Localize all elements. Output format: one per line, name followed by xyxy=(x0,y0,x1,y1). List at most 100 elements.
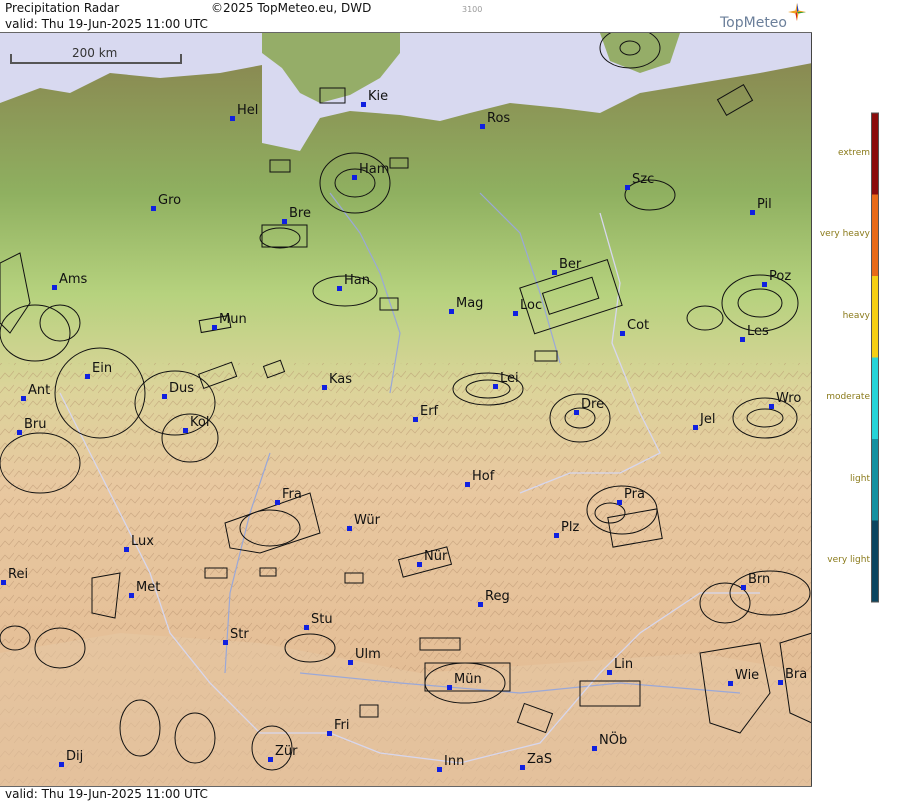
city-label: Les xyxy=(740,324,769,342)
city-marker xyxy=(59,762,64,767)
city-marker xyxy=(620,331,625,336)
city-marker xyxy=(230,116,235,121)
city-name: Wro xyxy=(776,391,802,406)
city-label: Bru xyxy=(17,417,47,435)
city-label: Met xyxy=(129,580,160,598)
city-label: Bre xyxy=(282,206,311,224)
city-marker xyxy=(52,285,57,290)
city-label: Wie xyxy=(728,668,759,686)
city-name: Lin xyxy=(614,657,634,672)
city-label: Str xyxy=(223,627,249,645)
compass-star-icon xyxy=(788,3,806,21)
city-label: Kie xyxy=(361,89,389,107)
city-marker xyxy=(304,625,309,630)
city-name: Inn xyxy=(444,754,465,769)
city-label: Pra xyxy=(617,487,645,505)
city-name: Nür xyxy=(424,549,448,564)
legend-label: moderate xyxy=(826,392,870,403)
city-marker xyxy=(327,731,332,736)
city-marker xyxy=(554,533,559,538)
city-label: Kas xyxy=(322,372,353,390)
legend-swatch xyxy=(872,276,878,358)
city-marker xyxy=(275,500,280,505)
header-bar: Precipitation Radar ©2025 TopMeteo.eu, D… xyxy=(0,0,812,33)
city-marker xyxy=(574,410,579,415)
city-name: Hof xyxy=(472,469,495,484)
legend-label: extrem xyxy=(837,147,870,158)
city-name: Kol xyxy=(190,415,210,430)
city-label: Rei xyxy=(1,567,28,585)
scale-bar: 200 km xyxy=(10,46,182,66)
city-label: ZaS xyxy=(520,752,552,770)
city-label: Fra xyxy=(275,487,302,505)
city-name: Pil xyxy=(757,197,772,212)
city-marker xyxy=(728,681,733,686)
valid-time-bottom: valid: Thu 19-Jun-2025 11:00 UTC xyxy=(5,787,208,801)
city-label: Gro xyxy=(151,193,182,211)
city-marker xyxy=(493,384,498,389)
legend-label: light xyxy=(850,473,870,484)
city-name: Zür xyxy=(275,744,298,759)
city-label: Hel xyxy=(230,103,258,121)
city-name: Cot xyxy=(627,318,650,333)
city-name: Lux xyxy=(131,534,154,549)
city-name: Mun xyxy=(219,312,247,327)
city-name: Poz xyxy=(769,269,792,284)
city-marker xyxy=(124,547,129,552)
city-name: Mün xyxy=(454,672,482,687)
legend-label: very light xyxy=(827,555,870,566)
topmeteo-logo[interactable]: TopMeteo xyxy=(718,3,808,31)
legend-label: heavy xyxy=(842,310,870,321)
city-marker xyxy=(762,282,767,287)
city-marker xyxy=(769,404,774,409)
city-name: Loc xyxy=(520,298,543,313)
city-marker xyxy=(413,417,418,422)
city-marker xyxy=(129,593,134,598)
city-name: Szc xyxy=(632,172,655,187)
radar-map[interactable]: 200 km xyxy=(0,33,812,786)
city-marker xyxy=(437,767,442,772)
city-name: Kas xyxy=(329,372,353,387)
city-marker xyxy=(552,270,557,275)
city-name: Gro xyxy=(158,193,182,208)
city-label: Kol xyxy=(183,415,210,433)
city-label: Reg xyxy=(478,589,510,607)
city-name: Kie xyxy=(368,89,389,104)
legend-swatch xyxy=(872,520,878,602)
city-label: Lux xyxy=(124,534,154,552)
city-label: Zür xyxy=(268,744,298,762)
city-name: Pra xyxy=(624,487,645,502)
city-name: Ber xyxy=(559,257,582,272)
city-label: Mün xyxy=(447,672,482,690)
logo-text: TopMeteo xyxy=(720,15,787,31)
city-marker xyxy=(778,680,783,685)
map-title: Precipitation Radar xyxy=(5,1,120,15)
city-marker xyxy=(322,385,327,390)
city-marker xyxy=(741,585,746,590)
city-label: Ber xyxy=(552,257,582,275)
city-marker xyxy=(607,670,612,675)
city-label: Ant xyxy=(21,383,50,401)
copyright-text: ©2025 TopMeteo.eu, DWD xyxy=(211,1,372,15)
city-marker xyxy=(617,500,622,505)
city-label: Wür xyxy=(347,513,380,531)
city-label: Ein xyxy=(85,361,112,379)
city-label: Szc xyxy=(625,172,655,190)
city-marker xyxy=(513,311,518,316)
city-name: Fri xyxy=(334,718,350,733)
city-label: Fri xyxy=(327,718,350,736)
city-marker xyxy=(1,580,6,585)
city-marker xyxy=(183,428,188,433)
city-label: Hof xyxy=(465,469,495,487)
city-name: Erf xyxy=(420,404,439,419)
city-label: Inn xyxy=(437,754,465,772)
city-marker xyxy=(282,219,287,224)
city-marker xyxy=(21,396,26,401)
city-label: Poz xyxy=(762,269,792,287)
city-name: Han xyxy=(344,273,370,288)
legend-swatch xyxy=(872,113,878,195)
legend-swatch xyxy=(872,357,878,439)
scale-tick-left xyxy=(10,54,12,64)
city-name: Ros xyxy=(487,111,511,126)
city-marker xyxy=(347,526,352,531)
